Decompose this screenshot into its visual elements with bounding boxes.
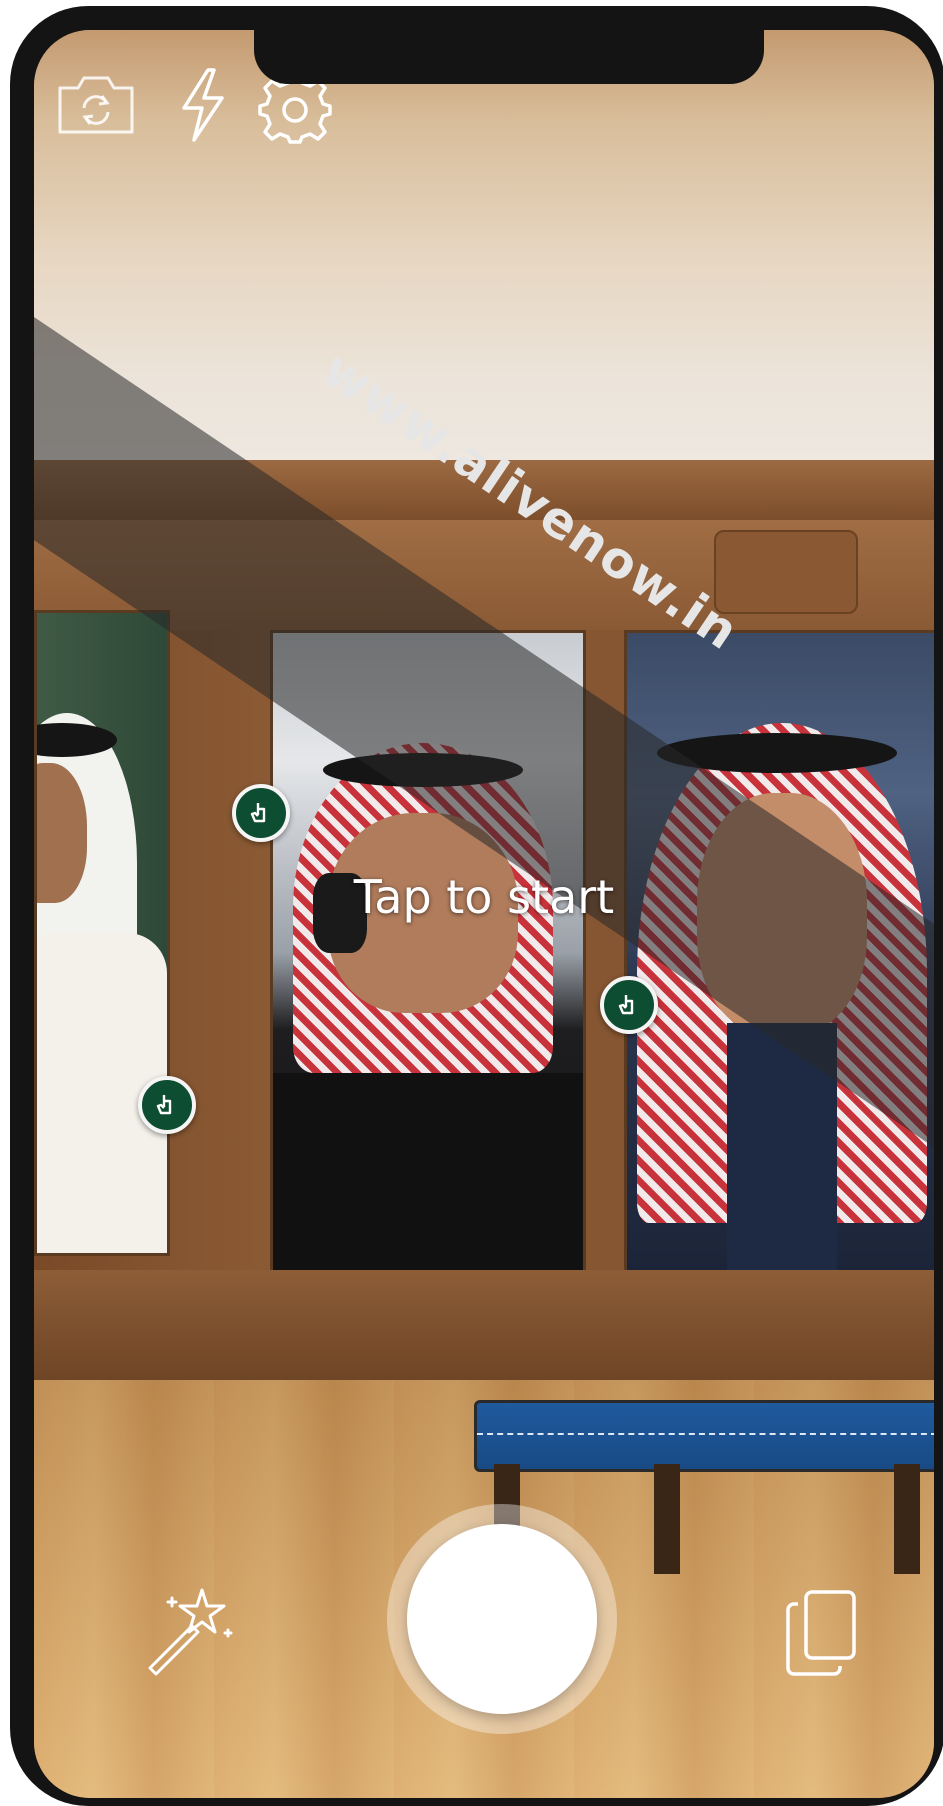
portrait-left (34, 610, 170, 1256)
hotspot-pin[interactable] (232, 784, 290, 842)
capture-button[interactable] (407, 1524, 597, 1714)
wall-ornament (714, 530, 858, 614)
phone-frame: www.alivenow.in Tap to start (10, 6, 943, 1806)
bench-leg (894, 1464, 920, 1574)
wood-wainscot (34, 1270, 934, 1380)
camera-flip-icon[interactable] (54, 72, 138, 142)
hotspot-pin[interactable] (600, 976, 658, 1034)
bench-trim (477, 1433, 934, 1443)
capture-button-ring[interactable] (387, 1504, 617, 1734)
hand-pointer-icon (618, 995, 634, 1015)
tap-to-start-prompt[interactable]: Tap to start (34, 870, 934, 924)
hand-pointer-icon (250, 803, 266, 823)
stacked-cards-icon[interactable] (782, 1586, 862, 1686)
phone-notch (254, 30, 764, 84)
ar-camera-view[interactable]: www.alivenow.in Tap to start (34, 30, 934, 1798)
hand-pointer-icon (156, 1095, 172, 1115)
magic-wand-icon[interactable] (142, 1580, 238, 1680)
bench-leg (654, 1464, 680, 1574)
blue-bench (474, 1400, 934, 1472)
lightning-icon[interactable] (174, 66, 230, 148)
hotspot-pin[interactable] (138, 1076, 196, 1134)
